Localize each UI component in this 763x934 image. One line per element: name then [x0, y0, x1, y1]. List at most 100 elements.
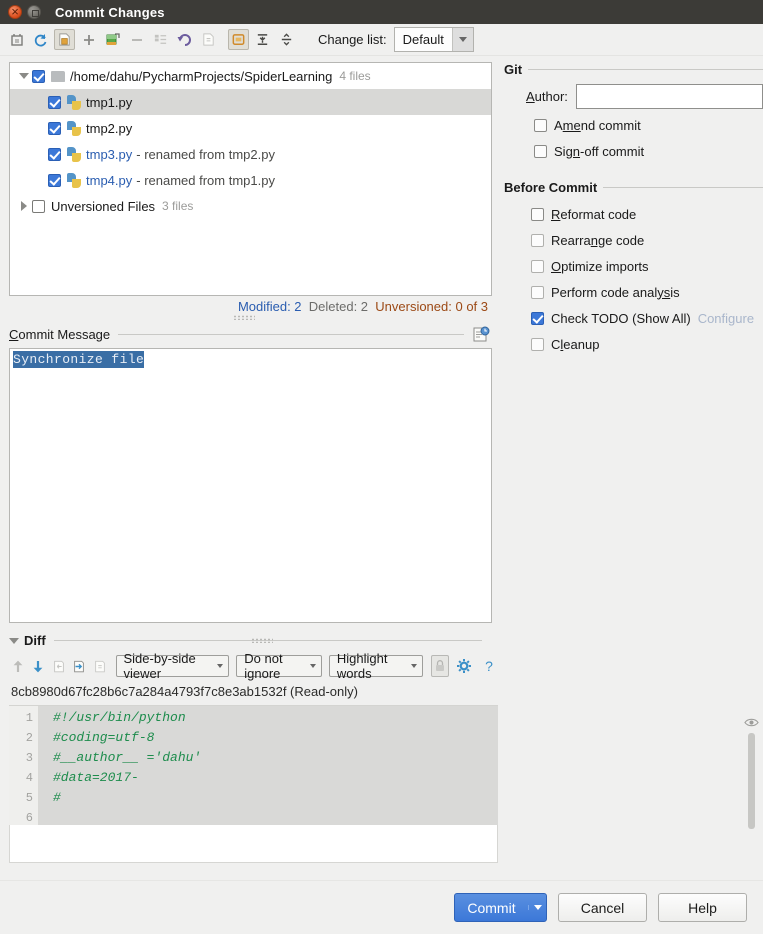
python-file-icon [67, 94, 82, 110]
diff-code-content[interactable]: #!/usr/bin/python #coding=utf-8 #__autho… [39, 706, 498, 825]
cancel-button[interactable]: Cancel [558, 893, 647, 922]
changelist-label: Change list: [318, 32, 387, 47]
close-icon[interactable] [8, 3, 22, 21]
commit-dropdown-arrow[interactable] [528, 905, 546, 910]
status-deleted: Deleted: 2 [308, 299, 369, 314]
check-todo-row[interactable]: Check TODO (Show All) Configure [531, 305, 763, 331]
unversioned-label: Unversioned Files [51, 198, 156, 214]
root-checkbox[interactable] [32, 69, 45, 83]
apply-right-icon[interactable] [71, 655, 89, 677]
table-row[interactable]: tmp4.py - renamed from tmp1.py [10, 167, 491, 193]
file-checkbox[interactable] [48, 173, 61, 187]
unversioned-checkbox[interactable] [32, 199, 45, 213]
line-number: 2 [25, 731, 33, 745]
maximize-icon[interactable] [27, 5, 41, 19]
splitter-grip[interactable] [233, 315, 255, 320]
amend-commit-row[interactable]: Amend commit [534, 112, 763, 138]
optimize-imports-row[interactable]: Optimize imports [531, 253, 763, 279]
move-to-changelist-icon[interactable] [102, 29, 123, 50]
group-by-icon[interactable] [150, 29, 171, 50]
diff-right-gutter [741, 715, 763, 843]
file-checkbox[interactable] [48, 147, 61, 161]
python-file-icon [67, 146, 82, 162]
cleanup-checkbox[interactable] [531, 337, 544, 351]
show-diff-preview-icon[interactable] [198, 29, 219, 50]
optimize-imports-checkbox[interactable] [531, 259, 544, 273]
lock-icon[interactable] [431, 655, 450, 677]
file-checkbox[interactable] [48, 95, 61, 109]
highlight-value: Highlight words [336, 651, 388, 681]
revert-icon[interactable] [174, 29, 195, 50]
whitespace-dropdown[interactable]: Do not ignore [236, 651, 322, 681]
message-history-icon[interactable] [472, 326, 490, 343]
arrow-up-icon[interactable] [9, 655, 27, 677]
tree-row-unversioned[interactable]: Unversioned Files 3 files [10, 193, 491, 219]
check-todo-checkbox[interactable] [531, 311, 544, 325]
line-number: 5 [25, 791, 33, 805]
dialog-footer: Commit Cancel Help [0, 880, 763, 934]
amend-commit-label: Amend commit [554, 117, 641, 133]
diff-section-header[interactable]: Diff [9, 633, 490, 648]
perform-code-analysis-row[interactable]: Perform code analysis [531, 279, 763, 305]
reformat-code-checkbox[interactable] [531, 207, 544, 221]
changelist-dropdown[interactable]: Default [393, 27, 474, 52]
rearrange-code-checkbox[interactable] [531, 233, 544, 247]
question-mark-icon[interactable]: ? [481, 655, 499, 677]
signoff-commit-row[interactable]: Sign-off commit [534, 138, 763, 164]
remove-icon[interactable] [126, 29, 147, 50]
add-icon[interactable] [78, 29, 99, 50]
divider [603, 187, 763, 188]
copy-file-icon[interactable] [91, 655, 109, 677]
tree-row-root[interactable]: /home/dahu/PycharmProjects/SpiderLearnin… [10, 63, 491, 89]
chevron-right-icon[interactable] [16, 201, 32, 211]
help-button[interactable]: Help [658, 893, 747, 922]
diff-viewer[interactable]: 1 2 3 4 5 6 #!/usr/bin/python #coding=ut… [9, 705, 498, 825]
tree-status-bar: Modified: 2 Deleted: 2 Unversioned: 0 of… [0, 299, 490, 320]
eye-icon[interactable] [744, 717, 759, 728]
cleanup-label: Cleanup [551, 336, 600, 352]
root-file-count: 4 files [339, 69, 371, 83]
author-field[interactable] [575, 83, 763, 109]
file-name: tmp4.py [86, 172, 133, 188]
diff-line-numbers: 1 2 3 4 5 6 [9, 706, 39, 825]
arrow-down-icon[interactable] [30, 655, 48, 677]
reformat-code-label: Reformat code [551, 206, 637, 222]
check-todo-label: Check TODO (Show All) [551, 310, 691, 326]
collapse-all-icon[interactable] [252, 29, 273, 50]
chevron-down-icon[interactable] [9, 637, 19, 644]
perform-code-analysis-checkbox[interactable] [531, 285, 544, 299]
gear-icon[interactable] [455, 655, 473, 677]
diff-viewer-dropdown[interactable]: Side-by-side viewer [115, 651, 230, 681]
configure-todo-link[interactable]: Configure [698, 311, 754, 326]
apply-left-icon[interactable] [50, 655, 68, 677]
rearrange-code-row[interactable]: Rearrange code [531, 227, 763, 253]
changed-files-tree[interactable]: /home/dahu/PycharmProjects/SpiderLearnin… [9, 62, 492, 296]
reformat-code-row[interactable]: Reformat code [531, 201, 763, 227]
rollback-sync-icon[interactable] [30, 29, 51, 50]
amend-commit-checkbox[interactable] [534, 118, 547, 132]
highlight-dropdown[interactable]: Highlight words [328, 651, 424, 681]
changelist-value: Default [402, 32, 444, 47]
file-checkbox[interactable] [48, 121, 61, 135]
chevron-down-icon[interactable] [16, 73, 32, 79]
show-diff-icon[interactable] [54, 29, 75, 50]
file-name: tmp2.py [86, 120, 133, 136]
line-number: 1 [25, 711, 33, 725]
commit-message-input[interactable]: Synchronize file [9, 348, 492, 623]
author-row: Author: [526, 80, 763, 112]
cleanup-row[interactable]: Cleanup [531, 331, 763, 357]
commit-button[interactable]: Commit [454, 893, 547, 922]
table-row[interactable]: tmp2.py [10, 115, 491, 141]
diff-scrollbar[interactable] [748, 733, 755, 829]
refresh-changes-icon[interactable] [6, 29, 27, 50]
chevron-down-icon[interactable] [451, 28, 473, 51]
before-commit-group-title: Before Commit [504, 180, 598, 195]
expand-icon[interactable] [228, 29, 249, 50]
table-row[interactable]: tmp1.py [10, 89, 491, 115]
file-note: - renamed from tmp2.py [136, 146, 275, 162]
commit-message-title: Commit Message [9, 327, 111, 342]
commit-message-text: Synchronize file [13, 351, 145, 368]
signoff-commit-checkbox[interactable] [534, 144, 547, 158]
table-row[interactable]: tmp3.py - renamed from tmp2.py [10, 141, 491, 167]
split-icon[interactable] [276, 29, 297, 50]
